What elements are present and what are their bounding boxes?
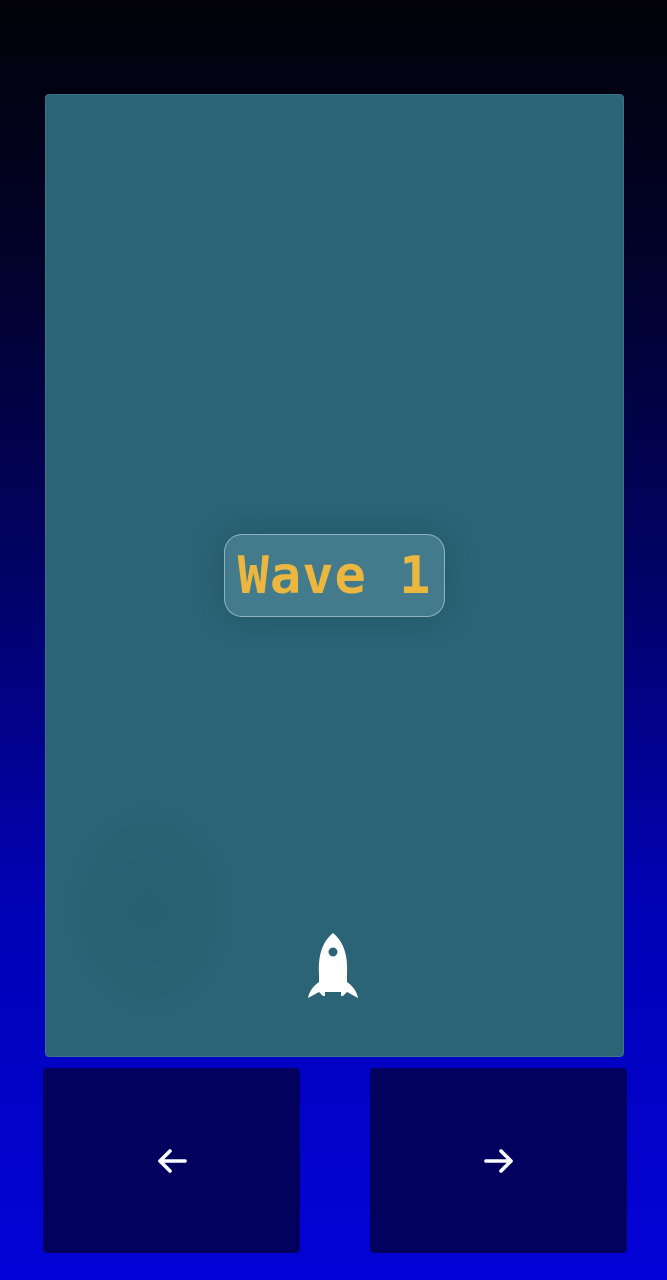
faded-circle [60, 795, 240, 1025]
move-right-button[interactable] [370, 1068, 627, 1253]
wave-banner: Wave 1 [224, 534, 445, 617]
rocket-icon [308, 933, 358, 998]
move-left-button[interactable] [43, 1068, 300, 1253]
arrow-left-icon [157, 1148, 187, 1173]
wave-label: Wave 1 [237, 545, 432, 606]
arrow-right-icon [483, 1148, 513, 1173]
